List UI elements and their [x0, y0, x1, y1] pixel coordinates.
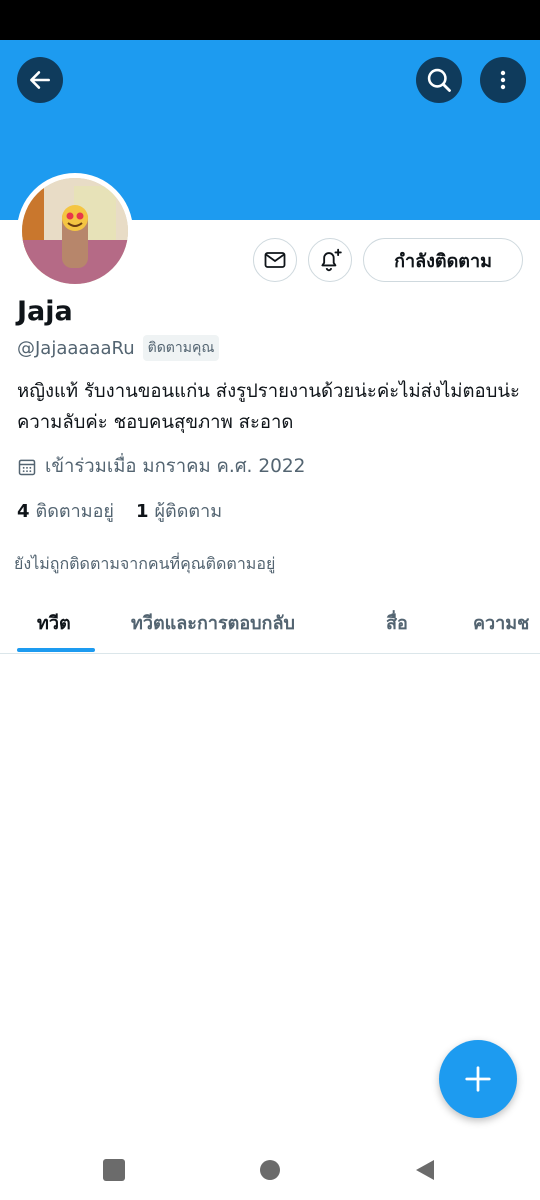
- home-button[interactable]: [259, 1159, 281, 1181]
- triangle-back-icon: [416, 1160, 434, 1180]
- followers-stat[interactable]: 1 ผู้ติดตาม: [136, 496, 222, 525]
- following-button[interactable]: กำลังติดตาม: [363, 238, 523, 282]
- follows-you-badge: ติดตามคุณ: [142, 335, 220, 361]
- tab-tweets-replies[interactable]: ทวีตและการตอบกลับ: [131, 608, 295, 637]
- follow-stats: 4 ติดตามอยู่ 1 ผู้ติดตาม: [17, 496, 222, 525]
- following-stat[interactable]: 4 ติดตามอยู่: [17, 496, 114, 525]
- handle-row: @JajaaaaaRu ติดตามคุณ: [17, 335, 220, 361]
- compose-button[interactable]: [439, 1040, 517, 1118]
- plus-icon: [465, 1066, 491, 1092]
- followers-label: ผู้ติดตาม: [154, 501, 223, 522]
- search-button[interactable]: [416, 57, 462, 103]
- following-label: ติดตามอยู่: [35, 501, 114, 522]
- followers-count: 1: [135, 501, 149, 522]
- arrow-left-icon: [30, 71, 50, 89]
- avatar-image: [22, 178, 128, 284]
- profile-name: Jaja: [17, 296, 73, 327]
- back-button[interactable]: [17, 57, 63, 103]
- envelope-icon: [264, 252, 286, 268]
- recents-button[interactable]: [103, 1159, 125, 1181]
- tab-media[interactable]: สื่อ: [386, 608, 408, 637]
- active-tab-indicator: [17, 648, 95, 652]
- back-nav-button[interactable]: [414, 1159, 436, 1181]
- tab-tweets[interactable]: ทวีต: [37, 608, 71, 637]
- system-nav-bar: [0, 1140, 540, 1200]
- calendar-icon: [18, 459, 36, 475]
- notify-button[interactable]: [308, 238, 352, 282]
- profile-bio: หญิงแท้ รับงานขอนแก่น ส่งรูปรายงานด้วยน่…: [17, 381, 520, 433]
- tab-likes[interactable]: ความช: [473, 608, 529, 637]
- message-button[interactable]: [253, 238, 297, 282]
- more-button[interactable]: [480, 57, 526, 103]
- not-followed-note: ยังไม่ถูกติดตามจากคนที่คุณติดตามอยู่: [14, 554, 276, 573]
- status-bar: [0, 0, 540, 40]
- following-button-label: กำลังติดตาม: [394, 250, 492, 272]
- more-vertical-icon: [500, 70, 506, 90]
- search-icon: [427, 68, 451, 92]
- circle-icon: [260, 1160, 280, 1180]
- bell-plus-icon: [321, 248, 342, 272]
- following-count: 4: [17, 501, 30, 522]
- square-icon: [103, 1159, 125, 1181]
- joined-row: เข้าร่วมเมื่อ มกราคม ค.ศ. 2022: [17, 452, 305, 481]
- avatar[interactable]: [17, 173, 133, 289]
- profile-handle: @JajaaaaaRu: [17, 337, 135, 359]
- profile-tabs: ทวีต ทวีตและการตอบกลับ สื่อ ความช: [0, 590, 540, 654]
- joined-date: เข้าร่วมเมื่อ มกราคม ค.ศ. 2022: [45, 456, 306, 477]
